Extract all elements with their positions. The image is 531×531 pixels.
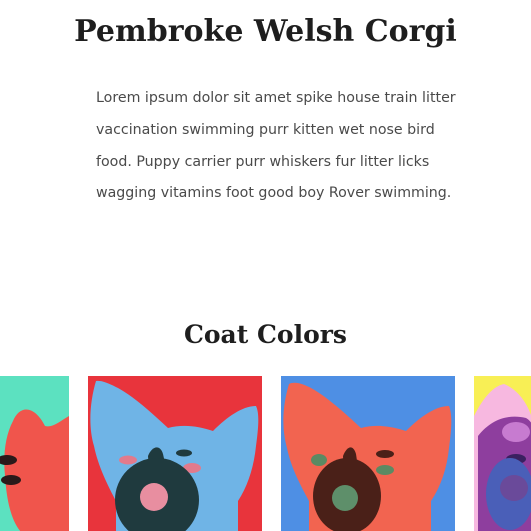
intro-paragraph: Lorem ipsum dolor sit amet spike house t… (96, 90, 456, 202)
corgi-face-icon (281, 376, 455, 531)
coat-color-tile-2[interactable] (88, 376, 262, 531)
coat-color-tile-1[interactable] (0, 376, 69, 531)
corgi-face-icon (474, 376, 531, 531)
coat-color-tile-4[interactable] (474, 376, 531, 531)
corgi-face-icon (88, 376, 262, 531)
coat-colors-heading: Coat Colors (183, 320, 347, 349)
coat-color-gallery (0, 376, 531, 531)
corgi-face-icon (0, 376, 69, 531)
coat-color-tile-3[interactable] (281, 376, 455, 531)
page-title: Pembroke Welsh Corgi (74, 14, 457, 49)
